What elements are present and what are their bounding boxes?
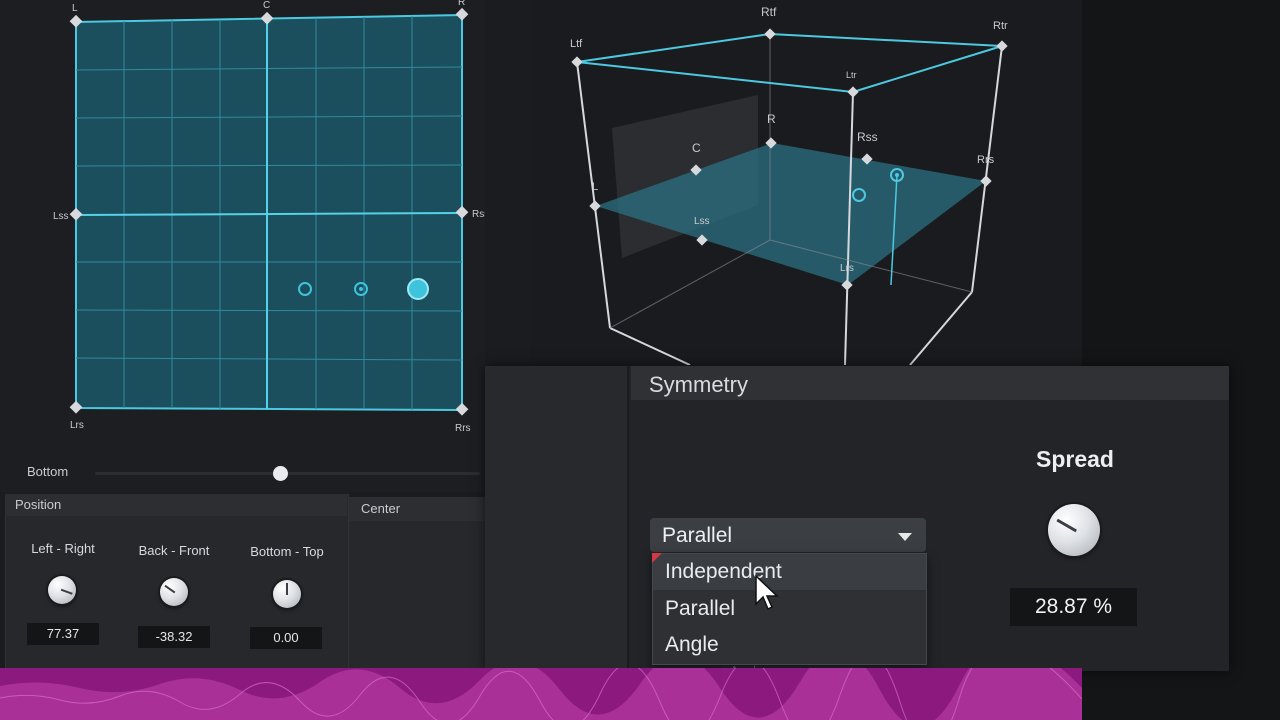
center-title: Center: [361, 501, 401, 516]
back-front-value[interactable]: -38.32: [138, 626, 210, 648]
panner-2d-grid[interactable]: L C R Lss Rss Lrs Rrs: [0, 0, 485, 440]
center-panel: [349, 497, 485, 676]
speaker-label-c3d: C: [692, 141, 701, 155]
speaker-label-rtf: Rtf: [761, 5, 777, 19]
speaker-label-l3d: L: [592, 181, 598, 193]
position-title: Position: [15, 497, 62, 512]
back-front-knob[interactable]: [160, 578, 188, 606]
chevron-down-icon[interactable]: [898, 533, 912, 541]
speaker-label-lss3d: Lss: [694, 216, 710, 227]
bottom-top-knob[interactable]: [273, 580, 301, 608]
option-angle[interactable]: Angle: [653, 627, 926, 663]
bottom-top-label: Bottom - Top: [250, 544, 324, 559]
speaker-label-l: L: [72, 3, 78, 14]
speaker-label-lrs: Lrs: [70, 420, 84, 431]
spread-label: Spread: [1036, 446, 1114, 472]
speaker-label-rrs: Rrs: [455, 423, 471, 434]
back-front-label: Back - Front: [138, 543, 210, 558]
symmetry-side-panel: [485, 366, 629, 671]
speaker-label-ltf: Ltf: [570, 38, 583, 50]
selection-marker: [652, 553, 662, 563]
bottom-top-value[interactable]: 0.00: [250, 627, 322, 649]
bottom-slider-thumb[interactable]: [273, 466, 288, 481]
speaker-label-rrs3d: Rrs: [977, 154, 995, 166]
speaker-label-rss: Rss: [472, 209, 485, 220]
speaker-label-lrs3d: Lrs: [840, 263, 854, 274]
speaker-label-r3d: R: [767, 112, 776, 126]
view-3d[interactable]: Ltf Rtf Rtr Ltr R C Rss Rrs L Lss Lrs: [530, 0, 1082, 365]
left-right-label: Left - Right: [31, 541, 95, 556]
speaker-label-lss: Lss: [53, 211, 69, 222]
option-independent[interactable]: Independent: [653, 554, 926, 590]
mouse-cursor-icon: [755, 574, 779, 611]
left-right-value[interactable]: 77.37: [27, 623, 99, 645]
symmetry-mode-options: Independent Parallel Angle: [652, 553, 927, 665]
symmetry-title: Symmetry: [649, 372, 748, 397]
speaker-label-c: C: [263, 0, 270, 11]
left-right-knob[interactable]: [48, 576, 76, 604]
audio-waveform: [0, 668, 1082, 720]
spread-value[interactable]: 28.87 %: [1010, 588, 1137, 626]
spread-knob[interactable]: [1048, 504, 1100, 556]
speaker-label-rtr: Rtr: [993, 20, 1008, 32]
option-parallel[interactable]: Parallel: [653, 591, 926, 627]
speaker-label-rss3d: Rss: [857, 130, 878, 144]
source-point-selected: [407, 278, 429, 300]
symmetry-mode-value: Parallel: [662, 524, 733, 547]
bottom-slider-label: Bottom: [27, 464, 69, 479]
speaker-label-r: R: [458, 0, 465, 8]
speaker-label-ltr: Ltr: [846, 70, 857, 80]
